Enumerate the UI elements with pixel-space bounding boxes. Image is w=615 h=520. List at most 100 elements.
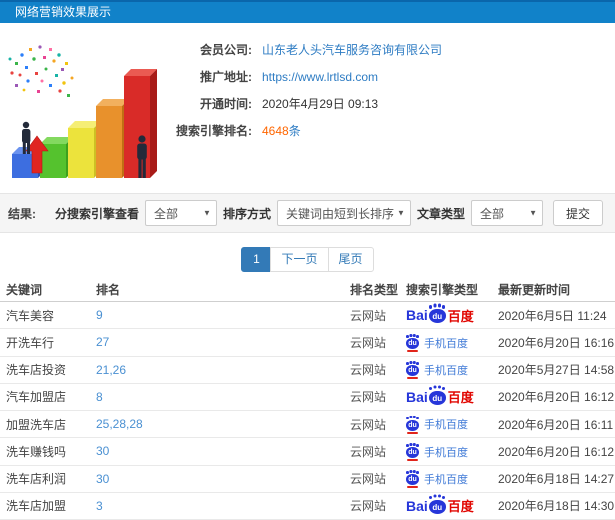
engine-type-cell: Bai du 百度 du 手机百度 bbox=[400, 334, 492, 353]
keyword-cell: 洗车店利润 bbox=[6, 472, 67, 487]
rank-unit: 条 bbox=[288, 124, 301, 138]
mobile-baidu-du-text: du bbox=[408, 421, 417, 429]
promo-url-link[interactable]: https://www.lrtlsd.com bbox=[262, 70, 378, 84]
engine-view-select[interactable]: 全部 ▼ bbox=[144, 200, 217, 226]
mobile-baidu-label: 手机百度 bbox=[424, 419, 468, 432]
marketing-report-page: 网络营销效果展示 会员公司: 山东老人头汽车服务咨询有限公司 推广地址: htt… bbox=[0, 0, 615, 520]
article-type-select[interactable]: 全部 ▼ bbox=[470, 200, 543, 226]
open-time-label: 开通时间: bbox=[200, 97, 252, 111]
keyword-cell: 汽车加盟店 bbox=[6, 390, 67, 405]
updated-time-cell: 2020年6月18日 14:27 bbox=[498, 472, 615, 487]
member-company-label: 会员公司: bbox=[200, 43, 252, 57]
rank-cell[interactable]: 30 bbox=[90, 472, 344, 486]
updated-time-cell: 2020年5月27日 14:58 bbox=[498, 363, 615, 378]
table-row: 洗车店利润 30 云网站 Bai du 百度 du 手机百度 bbox=[0, 466, 615, 493]
mobile-baidu-paw-icon: du bbox=[406, 362, 419, 380]
updated-time-cell: 2020年6月20日 16:16 bbox=[498, 335, 615, 350]
baidu-du-text: du bbox=[432, 502, 443, 512]
baidu-logo-cn-text: 百度 bbox=[447, 390, 474, 406]
member-company-row: 会员公司: 山东老人头汽车服务咨询有限公司 bbox=[160, 36, 610, 63]
mobile-baidu-du-text: du bbox=[408, 449, 417, 457]
rank-cell[interactable]: 25,28,28 bbox=[90, 417, 344, 431]
mobile-baidu-label: 手机百度 bbox=[424, 473, 468, 486]
engine-rank-value: 4648条 bbox=[262, 122, 301, 139]
rank-type-cell: 云网站 bbox=[350, 335, 387, 350]
table-body: 汽车美容 9 云网站 Bai du 百度 du 手机百度 bbox=[0, 302, 615, 520]
header-engine-type: 搜索引擎类型 bbox=[406, 283, 479, 297]
engine-type-cell: Bai du 百度 du 手机百度 bbox=[400, 305, 492, 325]
mobile-baidu-du-text: du bbox=[408, 340, 417, 348]
page-title: 网络营销效果展示 bbox=[15, 5, 112, 19]
confetti-dots bbox=[8, 45, 74, 97]
mobile-baidu-du-text: du bbox=[408, 476, 417, 484]
engine-view-selected: 全部 bbox=[153, 206, 178, 221]
titlebar: 网络营销效果展示 bbox=[0, 0, 615, 23]
rank-type-cell: 云网站 bbox=[350, 444, 387, 459]
chevron-down-icon: ▼ bbox=[203, 208, 211, 218]
account-info: 会员公司: 山东老人头汽车服务咨询有限公司 推广地址: https://www.… bbox=[160, 36, 610, 144]
mobile-baidu-logo: du 手机百度 bbox=[406, 362, 468, 380]
header-rank: 排名 bbox=[96, 283, 121, 297]
baidu-paw-icon: du bbox=[428, 495, 446, 514]
last-page-button[interactable]: 尾页 bbox=[327, 247, 374, 272]
mobile-baidu-paw-icon: du bbox=[406, 416, 419, 434]
rank-cell[interactable]: 30 bbox=[90, 444, 344, 458]
table-row: 汽车加盟店 8 云网站 Bai du 百度 du 手机百度 bbox=[0, 384, 615, 411]
baidu-paw-icon: du bbox=[428, 386, 446, 405]
member-company-link[interactable]: 山东老人头汽车服务咨询有限公司 bbox=[262, 41, 442, 58]
mobile-baidu-logo: du 手机百度 bbox=[406, 416, 468, 434]
baidu-du-text: du bbox=[432, 393, 443, 403]
rank-cell[interactable]: 3 bbox=[90, 499, 344, 513]
rank-cell[interactable]: 9 bbox=[90, 308, 344, 322]
engine-type-cell: Bai du 百度 du 手机百度 bbox=[400, 386, 492, 406]
keyword-cell: 洗车赚钱吗 bbox=[6, 444, 67, 459]
article-type-label: 文章类型 bbox=[416, 206, 465, 221]
mobile-baidu-logo: du 手机百度 bbox=[406, 335, 468, 353]
mobile-baidu-label: 手机百度 bbox=[424, 446, 468, 459]
rank-count: 4648 bbox=[262, 124, 289, 138]
engine-rank-row: 搜索引擎排名: 4648条 bbox=[160, 117, 610, 144]
engine-type-cell: Bai du 百度 du 手机百度 bbox=[400, 443, 492, 462]
next-page-button[interactable]: 下一页 bbox=[270, 247, 329, 272]
baidu-du-text: du bbox=[432, 312, 443, 322]
baidu-logo-bai-text: Bai bbox=[406, 388, 428, 405]
chevron-down-icon: ▼ bbox=[397, 208, 405, 218]
rank-type-cell: 云网站 bbox=[350, 499, 387, 514]
baidu-paw-icon: du bbox=[428, 305, 446, 324]
rank-cell[interactable]: 8 bbox=[90, 390, 344, 404]
baidu-logo-bai-text: Bai bbox=[406, 497, 428, 514]
rank-type-cell: 云网站 bbox=[350, 363, 387, 378]
page-1-button[interactable]: 1 bbox=[241, 247, 272, 272]
table-row: 洗车赚钱吗 30 云网站 Bai du 百度 du 手机百度 bbox=[0, 438, 615, 466]
keyword-cell: 洗车店投资 bbox=[6, 363, 67, 378]
mobile-baidu-du-text: du bbox=[408, 367, 417, 375]
header-updated: 最新更新时间 bbox=[498, 283, 571, 297]
submit-button[interactable]: 提交 bbox=[552, 200, 603, 226]
open-time-row: 开通时间: 2020年4月29日 09:13 bbox=[160, 90, 610, 117]
rank-cell[interactable]: 27 bbox=[90, 335, 344, 349]
keyword-cell: 加盟洗车店 bbox=[6, 417, 67, 432]
sort-select[interactable]: 关键词由短到长排序 ▼ bbox=[276, 200, 411, 226]
table-row: 洗车店投资 21,26 云网站 Bai du 百度 du 手机百度 bbox=[0, 357, 615, 384]
sort-selected: 关键词由短到长排序 bbox=[285, 206, 394, 221]
promo-url-label: 推广地址: bbox=[200, 70, 252, 84]
engine-rank-label: 搜索引擎排名: bbox=[176, 124, 252, 138]
filter-controls: 分搜索引擎查看 全部 ▼ 排序方式 关键词由短到长排序 ▼ 文章类型 全部 ▼ … bbox=[55, 200, 603, 226]
rank-type-cell: 云网站 bbox=[350, 308, 387, 323]
updated-time-cell: 2020年6月5日 11:24 bbox=[498, 308, 607, 323]
table-row: 开洗车行 27 云网站 Bai du 百度 du 手机百度 bbox=[0, 329, 615, 357]
baidu-logo: Bai du 百度 bbox=[406, 386, 474, 406]
keyword-rank-table: 关键词 排名 排名类型 搜索引擎类型 最新更新时间 汽车美容 9 云网站 Bai… bbox=[0, 278, 615, 520]
filter-bar: 结果: 分搜索引擎查看 全部 ▼ 排序方式 关键词由短到长排序 ▼ 文章类型 全… bbox=[0, 193, 615, 233]
table-header-row: 关键词 排名 排名类型 搜索引擎类型 最新更新时间 bbox=[0, 278, 615, 302]
keyword-cell: 洗车店加盟 bbox=[6, 499, 67, 514]
engine-type-cell: Bai du 百度 du 手机百度 bbox=[400, 470, 492, 489]
mobile-baidu-logo: du 手机百度 bbox=[406, 471, 468, 489]
keyword-cell: 开洗车行 bbox=[6, 335, 55, 350]
rank-cell[interactable]: 21,26 bbox=[90, 363, 344, 377]
engine-type-cell: Bai du 百度 du 手机百度 bbox=[400, 361, 492, 380]
table-row: 汽车美容 9 云网站 Bai du 百度 du 手机百度 bbox=[0, 302, 615, 330]
updated-time-cell: 2020年6月20日 16:12 bbox=[498, 444, 615, 459]
rank-type-cell: 云网站 bbox=[350, 417, 387, 432]
rank-type-cell: 云网站 bbox=[350, 472, 387, 487]
